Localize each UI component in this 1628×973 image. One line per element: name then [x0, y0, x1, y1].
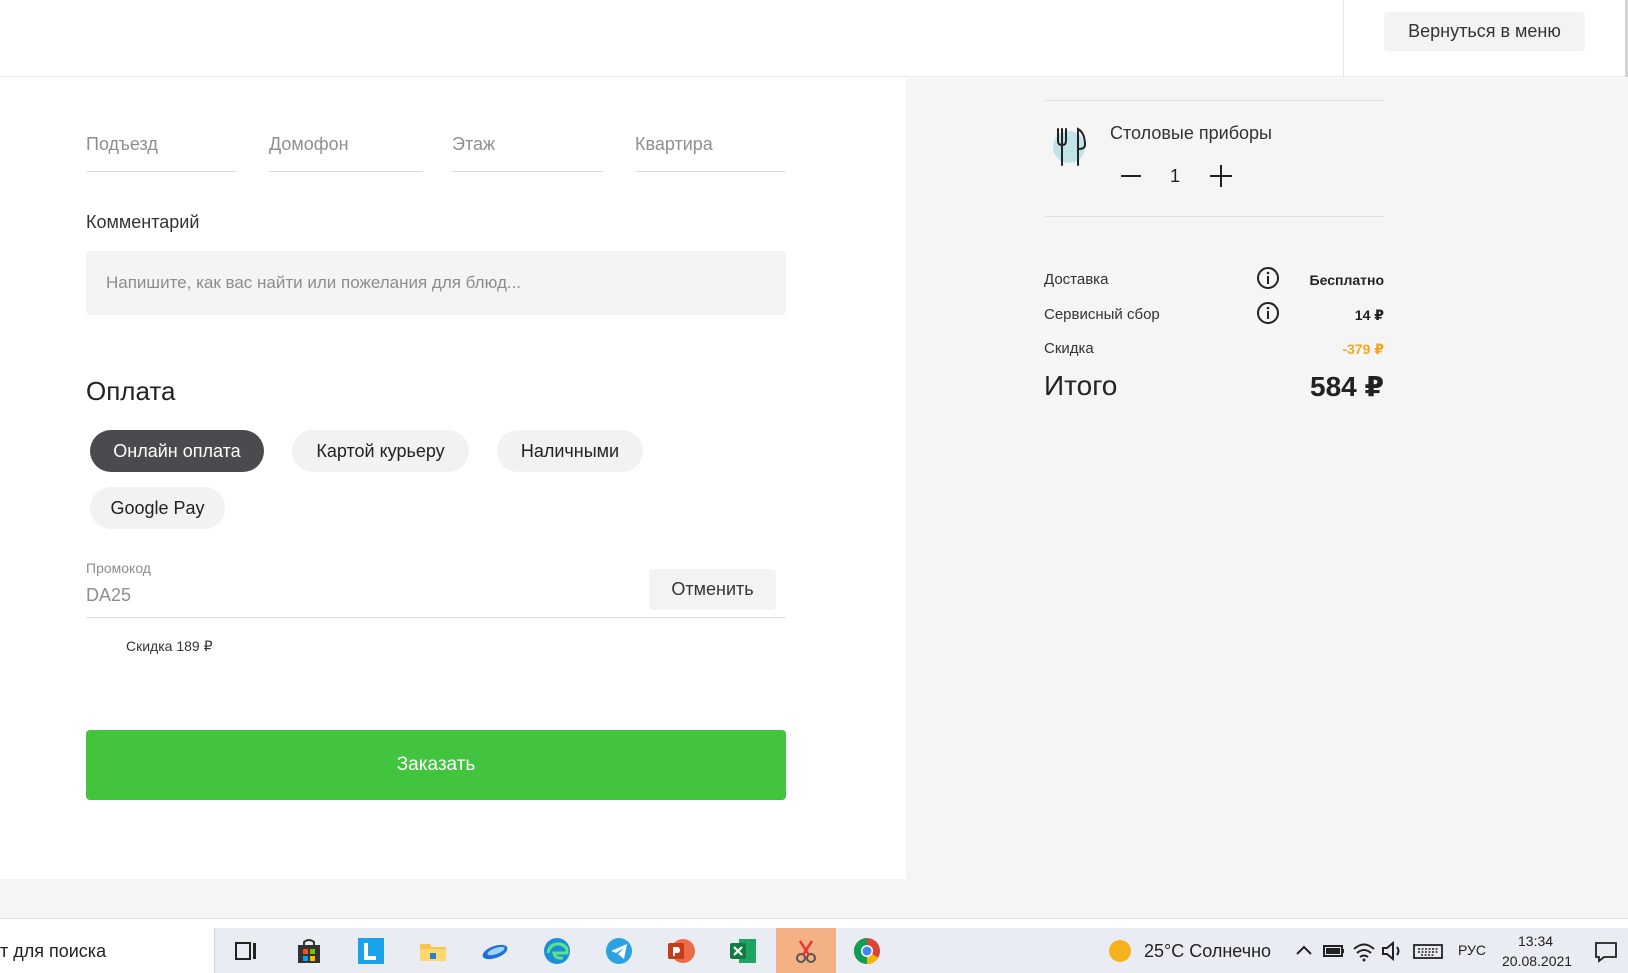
- place-order-button[interactable]: Заказать: [86, 730, 786, 800]
- chrome-icon[interactable]: [851, 935, 883, 967]
- comment-input[interactable]: [86, 251, 786, 315]
- input-language[interactable]: РУС: [1458, 942, 1486, 958]
- promo-label: Промокод: [86, 560, 151, 576]
- sun-weather-icon[interactable]: [1104, 935, 1136, 967]
- intercom-field-wrap: [269, 125, 423, 172]
- weather-text[interactable]: 25°C Солнечно: [1144, 941, 1271, 962]
- header-divider: [1343, 0, 1344, 77]
- file-explorer-icon[interactable]: [417, 935, 449, 967]
- floor-field-wrap: [452, 125, 603, 172]
- entrance-input[interactable]: [86, 125, 237, 155]
- volume-icon[interactable]: [1377, 935, 1409, 967]
- delivery-label: Доставка: [1044, 271, 1109, 288]
- discount-label: Скидка: [1044, 340, 1094, 357]
- taskbar-search-text: т для поиска: [0, 941, 107, 961]
- service-fee-value: 14 ₽: [1354, 307, 1384, 323]
- promo-input[interactable]: DA25: [86, 585, 131, 606]
- taskbar-search-box[interactable]: т для поиска: [0, 928, 215, 973]
- clock-time[interactable]: 13:34: [1518, 933, 1553, 949]
- payment-option-card-courier[interactable]: Картой курьеру: [292, 430, 469, 472]
- wifi-icon[interactable]: [1348, 935, 1380, 967]
- task-view-icon[interactable]: [230, 935, 262, 967]
- page-footer-band: [0, 879, 1628, 919]
- delivery-info-icon[interactable]: [1256, 266, 1280, 290]
- cutlery-count: 1: [1169, 166, 1180, 186]
- discount-value: -379 ₽: [1342, 341, 1384, 357]
- back-to-menu-button[interactable]: Вернуться в меню: [1384, 12, 1585, 51]
- cutlery-icon: [1053, 127, 1087, 166]
- powerpoint-icon[interactable]: [665, 935, 697, 967]
- payment-option-google-pay[interactable]: Google Pay: [90, 487, 225, 529]
- payment-option-online[interactable]: Онлайн оплата: [90, 430, 264, 472]
- minus-icon: [1121, 175, 1141, 177]
- snipping-tool-icon[interactable]: [790, 935, 822, 967]
- battery-icon[interactable]: [1318, 935, 1350, 967]
- apartment-field-wrap: [635, 125, 786, 172]
- windows-taskbar: т для поиска 25°C Солнечно РУС 13:34 20.…: [0, 928, 1628, 973]
- payment-option-cash[interactable]: Наличными: [497, 430, 643, 472]
- cutlery-stepper: 1: [1112, 158, 1252, 194]
- intercom-input[interactable]: [269, 125, 423, 155]
- top-header: Вернуться в меню: [0, 0, 1628, 77]
- keyboard-icon[interactable]: [1412, 935, 1444, 967]
- order-summary-panel: [906, 78, 1628, 879]
- cutlery-title: Столовые приборы: [1110, 123, 1272, 143]
- promo-underline: [86, 617, 786, 618]
- excel-icon[interactable]: [727, 935, 759, 967]
- delivery-value: Бесплатно: [1309, 272, 1384, 288]
- summary-divider-top: [1044, 100, 1384, 101]
- payment-title: Оплата: [86, 376, 176, 406]
- total-label: Итого: [1044, 370, 1118, 401]
- apartment-input[interactable]: [635, 125, 786, 155]
- sync-app-icon[interactable]: [479, 935, 511, 967]
- service-fee-info-icon[interactable]: [1256, 301, 1280, 325]
- promo-cancel-button[interactable]: Отменить: [649, 569, 776, 610]
- l-app-icon[interactable]: [355, 935, 387, 967]
- notification-icon[interactable]: [1590, 935, 1622, 967]
- plus-icon-vertical: [1220, 165, 1222, 187]
- cutlery-plus-button[interactable]: [1202, 158, 1238, 194]
- telegram-icon[interactable]: [603, 935, 635, 967]
- chevron-up-icon[interactable]: [1288, 935, 1320, 967]
- comment-label: Комментарий: [86, 212, 200, 232]
- entrance-field-wrap: [86, 125, 237, 172]
- floor-input[interactable]: [452, 125, 603, 155]
- summary-divider-bottom: [1044, 216, 1384, 217]
- cutlery-minus-button[interactable]: [1112, 158, 1148, 194]
- edge-browser-icon[interactable]: [541, 935, 573, 967]
- service-fee-label: Сервисный сбор: [1044, 306, 1160, 323]
- total-value: 584 ₽: [1310, 371, 1384, 402]
- store-icon[interactable]: [293, 935, 325, 967]
- promo-discount-note: Скидка 189 ₽: [126, 638, 213, 654]
- clock-date[interactable]: 20.08.2021: [1502, 953, 1572, 969]
- comment-box: [86, 251, 786, 315]
